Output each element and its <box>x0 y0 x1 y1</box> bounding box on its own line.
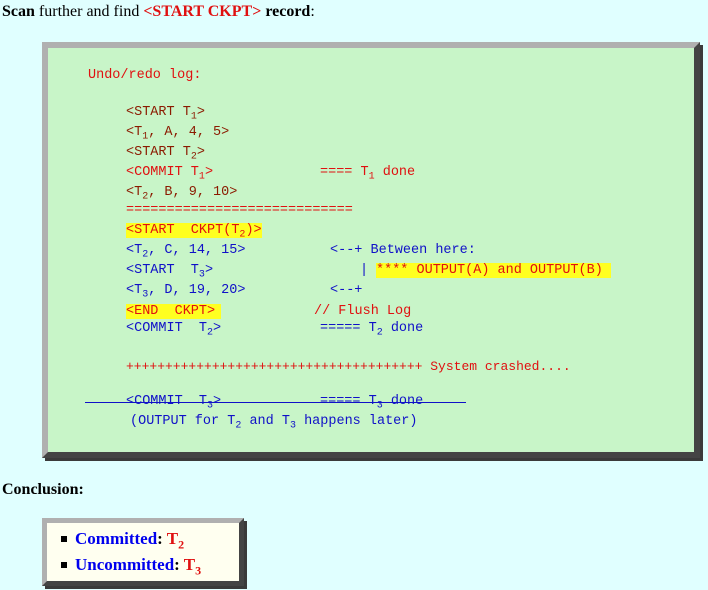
bullet-icon <box>61 562 67 568</box>
log-note-t1-done: ==== T1 done <box>320 165 416 183</box>
log-title: Undo/redo log: <box>88 68 202 83</box>
log-line-commit-t1: <COMMIT T1> <box>126 165 214 183</box>
log-line-start-t3: <START T3> <box>126 263 214 281</box>
conclusion-heading: Conclusion: <box>2 481 84 498</box>
log-line-t3-d: <T3, D, 19, 20> <box>126 283 246 301</box>
list-item-uncommitted: Uncommitted: T3 <box>61 555 202 578</box>
uncommitted-value: T3 <box>183 555 202 578</box>
log-separator: ============================ <box>126 203 353 218</box>
log-system-crashed: ++++++++++++++++++++++++++++++++++++++ S… <box>126 359 571 374</box>
page-heading: Scan further and find <START CKPT> recor… <box>2 3 315 21</box>
log-line-t2-b: <T2, B, 9, 10> <box>126 185 238 203</box>
log-note-t2-done: ===== T2 done <box>320 321 424 339</box>
log-line-t2-c: <T2, C, 14, 15> <box>126 243 246 261</box>
log-line-t1-a: <T1, A, 4, 5> <box>126 125 230 143</box>
uncommitted-label: Uncommitted <box>75 555 175 574</box>
log-line-commit-t2: <COMMIT T2> <box>126 321 222 339</box>
log-line-start-t1: <START T1> <box>126 105 205 123</box>
heading-suffix: record <box>261 3 311 20</box>
log-output-note: **** OUTPUT(A) and OUTPUT(B) <box>376 261 611 281</box>
log-arrow-between: <--+ Between here: <box>330 243 476 258</box>
heading-record-tag: <START CKPT> <box>143 3 262 20</box>
bullet-icon <box>61 536 67 542</box>
undo-redo-log-box: Undo/redo log: <START T1> <T1, A, 4, 5> … <box>42 42 700 458</box>
log-line-start-t2: <START T2> <box>126 145 205 163</box>
strikethrough-line <box>85 402 466 403</box>
list-item-committed: Committed: T2 <box>61 529 185 552</box>
heading-colon: : <box>310 3 315 20</box>
committed-value: T2 <box>166 529 185 552</box>
log-pipe: | <box>360 263 369 278</box>
conclusion-box: Committed: T2 Uncommitted: T3 <box>42 518 244 586</box>
log-line-start-ckpt: <START CKPT(T2)> <box>126 223 262 241</box>
heading-middle: further and find <box>34 3 144 20</box>
committed-label: Committed <box>75 529 158 548</box>
heading-scan: Scan <box>2 3 35 20</box>
log-output-later: (OUTPUT for T2 and T3 happens later) <box>130 414 418 432</box>
log-arrow-end: <--+ <box>330 283 363 298</box>
